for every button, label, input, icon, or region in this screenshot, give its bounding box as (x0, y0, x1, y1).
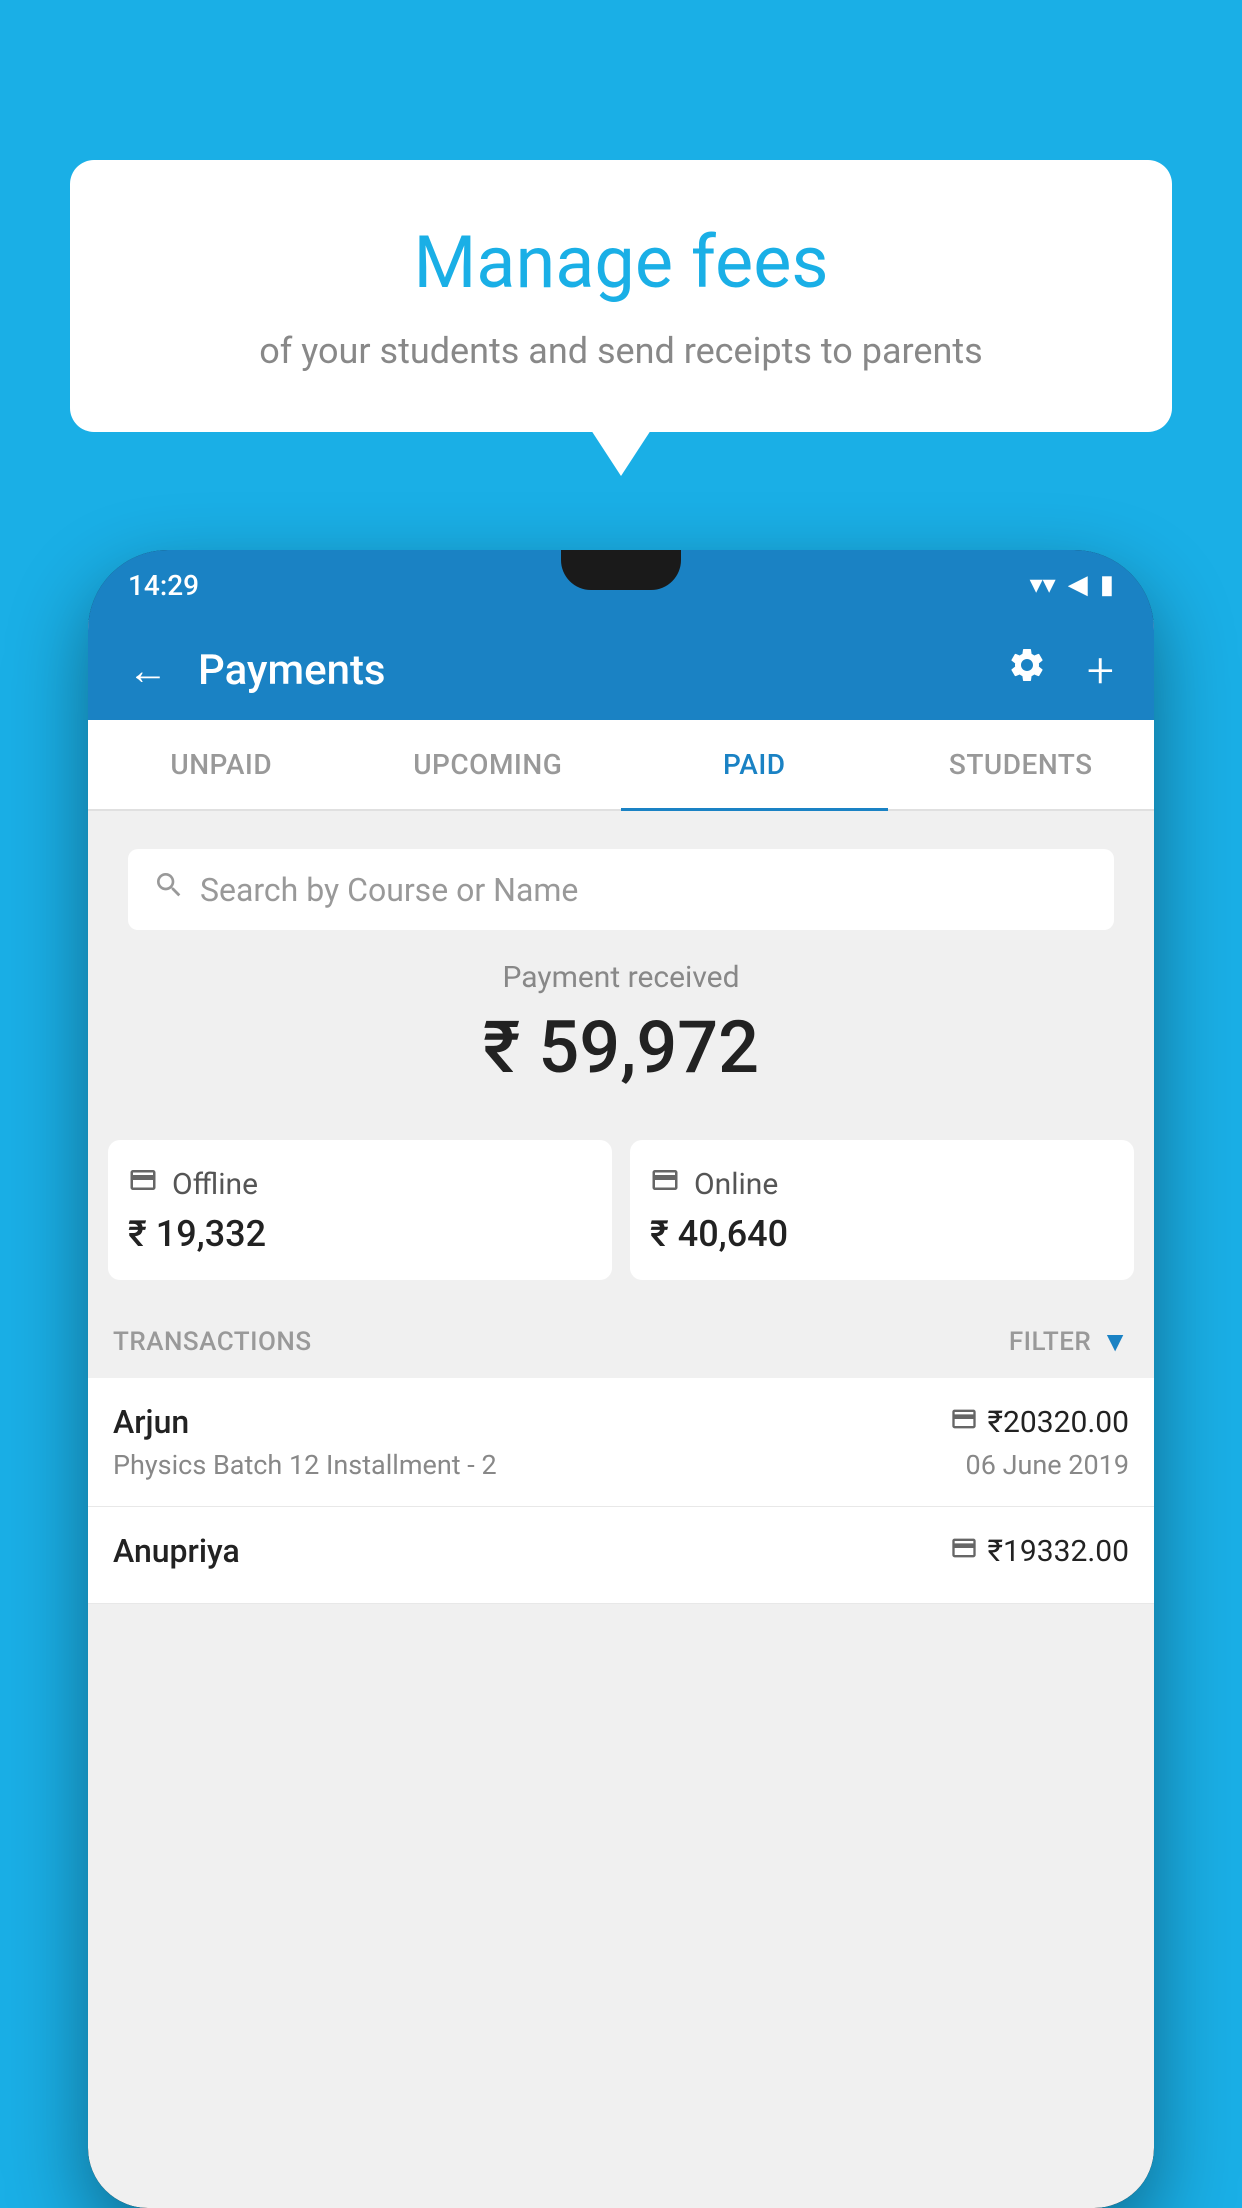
tabs-bar: UNPAID UPCOMING PAID STUDENTS (88, 720, 1154, 811)
bubble-subtitle: of your students and send receipts to pa… (120, 326, 1122, 376)
phone-frame: 14:29 ▾▾ ◀ ▮ ← Payments + UNPAID UPCOMIN… (88, 550, 1154, 2208)
offline-amount: ₹ 19,332 (128, 1213, 592, 1255)
settings-button[interactable] (997, 635, 1057, 705)
online-label: Online (694, 1167, 778, 1202)
payment-cards: Offline ₹ 19,332 Online ₹ 40,640 (88, 1140, 1154, 1305)
search-icon (153, 869, 185, 910)
wifi-icon: ▾▾ (1030, 570, 1056, 600)
offline-icon (128, 1165, 158, 1203)
bubble-title: Manage fees (120, 220, 1122, 306)
table-row[interactable]: Anupriya ₹19332.00 (88, 1507, 1154, 1604)
status-icons: ▾▾ ◀ ▮ (1030, 570, 1114, 600)
header-title: Payments (198, 646, 977, 695)
signal-icon: ◀ (1068, 570, 1088, 600)
tab-unpaid[interactable]: UNPAID (88, 720, 355, 809)
transaction-amount-wrap: ₹20320.00 (950, 1405, 1129, 1440)
table-row[interactable]: Arjun ₹20320.00 Physics Batch 12 Install… (88, 1378, 1154, 1507)
transaction-date: 06 June 2019 (966, 1449, 1129, 1481)
transaction-amount: ₹20320.00 (988, 1405, 1129, 1440)
transactions-label: TRANSACTIONS (113, 1327, 312, 1357)
transaction-amount-wrap: ₹19332.00 (950, 1534, 1129, 1569)
payment-received-label: Payment received (113, 960, 1129, 995)
transaction-name: Arjun (113, 1403, 189, 1441)
phone-screen: ← Payments + UNPAID UPCOMING PAID STUDEN… (88, 620, 1154, 2208)
filter-container[interactable]: FILTER ▼ (1009, 1325, 1129, 1358)
app-header: ← Payments + (88, 620, 1154, 720)
search-input[interactable]: Search by Course or Name (200, 871, 1089, 909)
add-button[interactable]: + (1077, 632, 1124, 709)
offline-label: Offline (172, 1167, 258, 1202)
offline-payment-icon (950, 1534, 978, 1569)
transaction-amount: ₹19332.00 (988, 1534, 1129, 1569)
transaction-course: Physics Batch 12 Installment - 2 (113, 1449, 497, 1481)
offline-card: Offline ₹ 19,332 (108, 1140, 612, 1280)
search-bar[interactable]: Search by Course or Name (128, 849, 1114, 930)
online-amount: ₹ 40,640 (650, 1213, 1114, 1255)
tab-students[interactable]: STUDENTS (888, 720, 1155, 809)
filter-icon[interactable]: ▼ (1101, 1325, 1129, 1358)
speech-bubble: Manage fees of your students and send re… (70, 160, 1172, 432)
online-payment-icon (950, 1405, 978, 1440)
online-icon (650, 1165, 680, 1203)
battery-icon: ▮ (1100, 570, 1114, 600)
status-time: 14:29 (128, 569, 199, 602)
transaction-name: Anupriya (113, 1532, 240, 1570)
filter-label: FILTER (1009, 1327, 1091, 1357)
tab-paid[interactable]: PAID (621, 720, 888, 809)
payment-total-amount: ₹ 59,972 (113, 1005, 1129, 1090)
transactions-header: TRANSACTIONS FILTER ▼ (88, 1305, 1154, 1378)
back-button[interactable]: ← (118, 637, 178, 704)
status-bar: 14:29 ▾▾ ◀ ▮ (88, 550, 1154, 620)
online-card: Online ₹ 40,640 (630, 1140, 1134, 1280)
tab-upcoming[interactable]: UPCOMING (355, 720, 622, 809)
payment-summary: Payment received ₹ 59,972 (88, 930, 1154, 1140)
transaction-list: Arjun ₹20320.00 Physics Batch 12 Install… (88, 1378, 1154, 1604)
